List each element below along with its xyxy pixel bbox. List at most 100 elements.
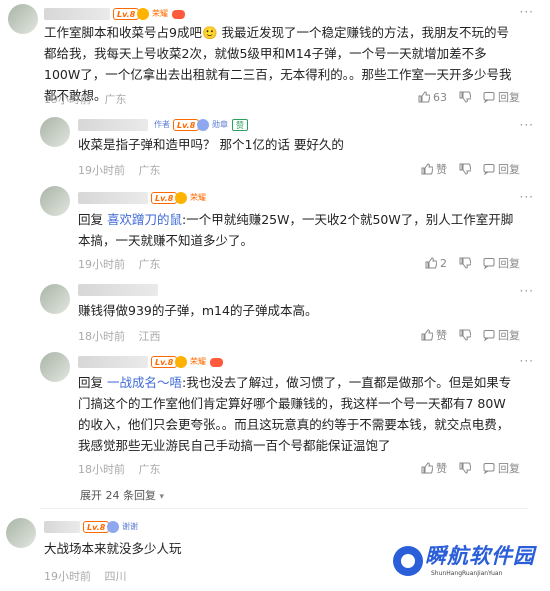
medal-icon bbox=[107, 521, 119, 533]
username[interactable] bbox=[78, 192, 148, 204]
level-badge: Lv.8 bbox=[113, 8, 140, 20]
dislike-button[interactable] bbox=[459, 257, 471, 269]
reply-button[interactable]: 回复 bbox=[483, 89, 520, 105]
like-count: 63 bbox=[433, 90, 447, 104]
gamepad-icon bbox=[210, 358, 223, 367]
comment-text: 赚钱得做939的子弹，m14的子弹成本高。 bbox=[78, 303, 318, 318]
comment-meta: 18小时前 广东 bbox=[78, 461, 171, 477]
location: 广东 bbox=[138, 258, 161, 271]
level-badge: Lv.8 bbox=[151, 192, 178, 204]
watermark-title: 瞬航软件园 bbox=[425, 544, 535, 568]
comment-actions: 赞 回复 bbox=[421, 460, 520, 476]
medal-icon bbox=[175, 356, 187, 368]
thumbs-down-icon bbox=[459, 91, 471, 103]
comment-meta: 19小时前 广东 bbox=[44, 91, 137, 107]
like-button[interactable]: 赞 bbox=[421, 161, 447, 177]
more-options-icon[interactable]: ··· bbox=[520, 284, 534, 298]
more-options-icon[interactable]: ··· bbox=[520, 190, 534, 204]
location: 广东 bbox=[138, 164, 161, 177]
medal-icon bbox=[197, 119, 209, 131]
thanks-tag: 谢谢 bbox=[122, 522, 138, 531]
comment-text: 收菜是指子弹和造甲吗？ 那个1亿的话 要好久的 bbox=[78, 137, 344, 152]
comment-meta: 19小时前 四川 bbox=[44, 568, 137, 584]
thumbs-down-icon bbox=[459, 329, 471, 341]
username[interactable] bbox=[44, 521, 80, 533]
more-options-icon[interactable]: ··· bbox=[520, 118, 534, 132]
reply-label: 回复 bbox=[498, 257, 520, 270]
comment-thread: Lv.8 荣耀 ··· 工作室脚本和收菜号占9成吧🙂 我最近发现了一个稳定赚钱的… bbox=[0, 0, 550, 591]
watermark: 瞬航软件园 ShunHangRuanJianYuan bbox=[393, 540, 543, 586]
like-count: 2 bbox=[440, 256, 447, 270]
expand-replies-button[interactable]: 展开 24 条回复 ▾ bbox=[80, 487, 164, 503]
like-count: 赞 bbox=[436, 462, 447, 475]
reply-item: Lv.8 荣耀 ··· 回复 喜欢蹭刀的鼠:一个甲就纯赚25W，一天收2个就50… bbox=[0, 182, 550, 278]
reply-prefix: 回复 bbox=[78, 212, 104, 227]
timestamp: 19小时前 bbox=[44, 93, 91, 106]
comment-actions: 赞 回复 bbox=[421, 327, 520, 343]
honor-tag: 荣耀 bbox=[152, 9, 168, 18]
level-badge: Lv.8 bbox=[83, 521, 110, 533]
location: 四川 bbox=[104, 570, 127, 583]
comment-meta: 19小时前 广东 bbox=[78, 256, 171, 272]
avatar[interactable] bbox=[40, 117, 70, 147]
comment-actions: 2 回复 bbox=[425, 255, 520, 271]
more-options-icon[interactable]: ··· bbox=[520, 354, 534, 368]
reply-button[interactable]: 回复 bbox=[483, 327, 520, 343]
avatar[interactable] bbox=[40, 284, 70, 314]
comment-meta: 18小时前 江西 bbox=[78, 328, 171, 344]
reply-label: 回复 bbox=[498, 163, 520, 176]
avatar[interactable] bbox=[6, 518, 36, 548]
thumbs-up-icon bbox=[421, 462, 433, 474]
timestamp: 18小时前 bbox=[78, 330, 125, 343]
comment-icon bbox=[483, 92, 495, 103]
username[interactable] bbox=[78, 356, 148, 368]
chevron-down-icon: ▾ bbox=[159, 492, 165, 502]
reply-label: 回复 bbox=[498, 329, 520, 342]
avatar[interactable] bbox=[8, 4, 38, 34]
reply-label: 回复 bbox=[498, 91, 520, 104]
dislike-button[interactable] bbox=[459, 91, 471, 103]
timestamp: 19小时前 bbox=[44, 570, 91, 583]
mention-link[interactable]: 喜欢蹭刀的鼠 bbox=[107, 212, 182, 227]
divider bbox=[40, 508, 528, 509]
mention-link[interactable]: 一战成名～唔 bbox=[107, 375, 182, 390]
level-badge: Lv.8 bbox=[173, 119, 200, 131]
like-button[interactable]: 2 bbox=[425, 257, 447, 270]
timestamp: 18小时前 bbox=[78, 463, 125, 476]
dislike-button[interactable] bbox=[459, 329, 471, 341]
location: 江西 bbox=[138, 330, 161, 343]
thumbs-up-icon bbox=[418, 91, 430, 103]
username[interactable] bbox=[78, 119, 148, 131]
comment-text: 回复 喜欢蹭刀的鼠:一个甲就纯赚25W，一天收2个就50W了，别人工作室开脚本搞… bbox=[78, 209, 518, 251]
like-tag: 赞 bbox=[232, 119, 248, 131]
more-options-icon[interactable]: ··· bbox=[520, 5, 534, 19]
avatar[interactable] bbox=[40, 186, 70, 216]
like-count: 赞 bbox=[436, 329, 447, 342]
medal-icon bbox=[175, 192, 187, 204]
reply-button[interactable]: 回复 bbox=[483, 255, 520, 271]
comment-icon bbox=[483, 258, 495, 269]
reply-button[interactable]: 回复 bbox=[483, 161, 520, 177]
timestamp: 19小时前 bbox=[78, 258, 125, 271]
like-button[interactable]: 赞 bbox=[421, 460, 447, 476]
comment-icon bbox=[483, 330, 495, 341]
dislike-button[interactable] bbox=[459, 462, 471, 474]
avatar[interactable] bbox=[40, 352, 70, 382]
reply-item: ··· 赚钱得做939的子弹，m14的子弹成本高。 18小时前 江西 赞 回复 bbox=[0, 278, 550, 346]
location: 广东 bbox=[104, 93, 127, 106]
like-button[interactable]: 赞 bbox=[421, 327, 447, 343]
dislike-button[interactable] bbox=[459, 163, 471, 175]
comment-icon bbox=[483, 463, 495, 474]
thumbs-down-icon bbox=[459, 163, 471, 175]
like-button[interactable]: 63 bbox=[418, 91, 447, 104]
username[interactable] bbox=[78, 284, 158, 296]
medal-tag: 勋章 bbox=[212, 120, 228, 129]
comment-icon bbox=[483, 164, 495, 175]
reply-button[interactable]: 回复 bbox=[483, 460, 520, 476]
level-badge: Lv.8 bbox=[151, 356, 178, 368]
like-count: 赞 bbox=[436, 163, 447, 176]
comment-text: 回复 一战成名～唔:我也没去了解过，做习惯了，一直都是做那个。但是如果专门搞这个… bbox=[78, 372, 518, 456]
expand-label: 展开 24 条回复 bbox=[80, 489, 156, 502]
username[interactable] bbox=[44, 8, 110, 20]
medal-icon bbox=[137, 8, 149, 20]
